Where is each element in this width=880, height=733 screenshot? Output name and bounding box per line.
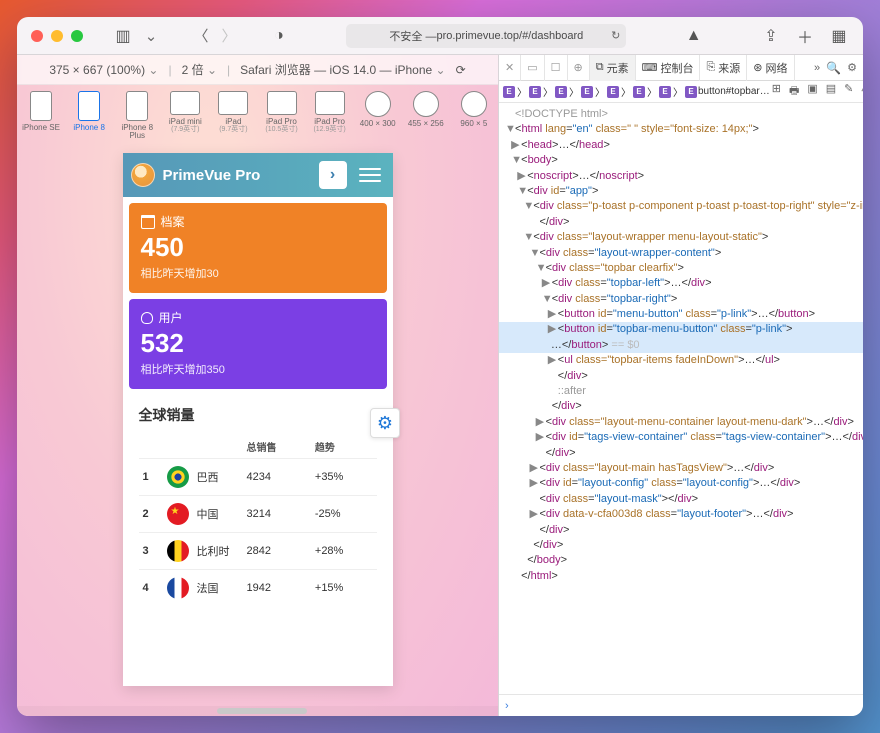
dimensions-select[interactable]: 375 × 667 (100%): [49, 63, 158, 77]
titlebar: ▥ ⌄ 〈 〉 ◑ 不安全 — pro.primevue.top/#/dashb…: [17, 17, 863, 55]
sales-panel: 全球销量 总销售 趋势 1巴西4234+35%2中国3214-25%3比利时28…: [129, 395, 387, 612]
ruler-icon[interactable]: ▤: [826, 82, 836, 101]
app-viewport: PrimeVue Pro › 档案 450 相比昨天增加30 用户 532 相比…: [123, 153, 393, 686]
col-trend: 趋势: [311, 435, 377, 459]
rotate-icon[interactable]: ⟳: [456, 63, 466, 77]
chevron-down-icon[interactable]: ⌄: [141, 26, 161, 46]
stage-scroll[interactable]: PrimeVue Pro › 档案 450 相比昨天增加30 用户 532 相比…: [17, 143, 498, 706]
dom-tree[interactable]: <!DOCTYPE html>▼<html lang="en" class=" …: [499, 103, 863, 694]
url-bar[interactable]: 不安全 — pro.primevue.top/#/dashboard ↻: [346, 24, 626, 48]
app-topbar: PrimeVue Pro ›: [123, 153, 393, 197]
reload-icon[interactable]: ↻: [611, 29, 620, 42]
responsive-preview-pane: 375 × 667 (100%) | 2 倍 | Safari 浏览器 — iO…: [17, 55, 498, 716]
device-mode-icon[interactable]: ☐: [545, 55, 568, 81]
stat-card-subtitle: 相比昨天增加350: [141, 361, 375, 377]
stat-card-title: 档案: [141, 213, 375, 230]
close-window-button[interactable]: [31, 30, 43, 42]
sales-table: 总销售 趋势 1巴西4234+35%2中国3214-25%3比利时2842+28…: [139, 435, 377, 606]
stat-card-value: 450: [141, 232, 375, 263]
device-ipad-mini[interactable]: iPad mini(7.9英寸): [165, 91, 205, 134]
app-brand: PrimeVue Pro: [163, 167, 311, 184]
shield-icon[interactable]: ◑: [269, 26, 289, 46]
devtools-pane: ✕ ▭ ☐ ⊕ ⧉元素 ⌨控制台 ⎘来源 ⊛网络 » 🔍 ⚙: [498, 55, 863, 716]
insecure-label: 不安全 —: [389, 28, 436, 44]
inspect-icon[interactable]: ⊕: [568, 55, 590, 81]
table-row: 4法国1942+15%: [139, 570, 377, 607]
browser-window: ▥ ⌄ 〈 〉 ◑ 不安全 — pro.primevue.top/#/dashb…: [17, 17, 863, 716]
content-area: 375 × 667 (100%) | 2 倍 | Safari 浏览器 — iO…: [17, 55, 863, 716]
device-iphone-8-plus[interactable]: iPhone 8 Plus: [117, 91, 157, 141]
composite-icon[interactable]: ▱: [861, 82, 863, 101]
paint-icon[interactable]: ✎: [844, 82, 853, 101]
devtools-toolbar: ✕ ▭ ☐ ⊕ ⧉元素 ⌨控制台 ⎘来源 ⊛网络 » 🔍 ⚙: [499, 55, 863, 81]
flag-icon: [167, 466, 189, 488]
zoom-select[interactable]: 2 倍: [182, 61, 217, 78]
device-ipad-pro[interactable]: iPad Pro(10.5英寸): [261, 91, 301, 134]
gear-icon[interactable]: ⚙: [847, 61, 857, 74]
forward-button[interactable]: 〉: [219, 26, 239, 46]
col-total: 总销售: [243, 435, 311, 459]
window-controls: [31, 30, 83, 42]
layout-icon[interactable]: ⊞: [772, 82, 781, 101]
panel-title: 全球销量: [139, 405, 377, 425]
table-row: 2中国3214-25%: [139, 496, 377, 533]
console-prompt[interactable]: ›: [499, 694, 863, 716]
flag-icon: [167, 540, 189, 562]
flag-icon: [167, 577, 189, 599]
device-ipad[interactable]: iPad(9.7英寸): [213, 91, 253, 134]
tab-elements[interactable]: ⧉元素: [590, 55, 636, 81]
search-icon[interactable]: 🔍: [826, 61, 841, 75]
avatar: [131, 163, 155, 187]
stat-card-value: 532: [141, 328, 375, 359]
device-iphone-se[interactable]: iPhone SE: [21, 91, 61, 132]
back-button[interactable]: 〈: [191, 26, 211, 46]
share-icon[interactable]: ⇪: [761, 26, 781, 46]
device-455-×-256[interactable]: 455 × 256: [406, 91, 446, 128]
minimize-window-button[interactable]: [51, 30, 63, 42]
browser-select[interactable]: Safari 浏览器 — iOS 14.0 — iPhone: [240, 61, 445, 78]
device-ipad-pro[interactable]: iPad Pro(12.9英寸): [310, 91, 350, 134]
zoom-window-button[interactable]: [71, 30, 83, 42]
tab-network[interactable]: ⊛网络: [747, 55, 794, 81]
devtools-warning-icon[interactable]: ▲: [684, 26, 704, 46]
tabs-overview-icon[interactable]: ▦: [829, 26, 849, 46]
horizontal-scrollbar[interactable]: [17, 706, 498, 716]
gear-icon[interactable]: ⚙: [370, 408, 400, 438]
tab-source[interactable]: ⎘来源: [700, 55, 747, 81]
device-iphone-8[interactable]: iPhone 8: [69, 91, 109, 132]
menu-button[interactable]: [355, 160, 385, 190]
tab-console[interactable]: ⌨控制台: [636, 55, 701, 81]
devtools-close-icon[interactable]: ✕: [499, 55, 521, 81]
sidebar-icon[interactable]: ▥: [113, 26, 133, 46]
print-icon[interactable]: 🖶: [789, 82, 799, 101]
shadow-icon[interactable]: ▣: [807, 82, 817, 101]
dock-icon[interactable]: ▭: [521, 55, 544, 81]
stat-card-users: 用户 532 相比昨天增加350: [129, 299, 387, 389]
stat-card-title: 用户: [141, 309, 375, 326]
more-tabs-icon[interactable]: »: [814, 62, 820, 74]
table-row: 3比利时2842+28%: [139, 533, 377, 570]
responsive-toolbar: 375 × 667 (100%) | 2 倍 | Safari 浏览器 — iO…: [17, 55, 498, 85]
new-tab-button[interactable]: ＋: [795, 26, 815, 46]
device-list: iPhone SEiPhone 8iPhone 8 PlusiPad mini(…: [17, 85, 498, 143]
device-400-×-300[interactable]: 400 × 300: [358, 91, 398, 128]
table-row: 1巴西4234+35%: [139, 459, 377, 496]
chevron-right-button[interactable]: ›: [319, 161, 347, 189]
url-text: pro.primevue.top/#/dashboard: [436, 30, 583, 42]
flag-icon: [167, 503, 189, 525]
stat-card-files: 档案 450 相比昨天增加30: [129, 203, 387, 293]
stat-card-subtitle: 相比昨天增加30: [141, 265, 375, 281]
device-960-×-5[interactable]: 960 × 5: [454, 91, 494, 128]
breadcrumb[interactable]: E〉 E〉 E〉 E〉 E〉 E〉 E〉 Ebutton#topbar… ⊞ 🖶…: [499, 81, 863, 103]
